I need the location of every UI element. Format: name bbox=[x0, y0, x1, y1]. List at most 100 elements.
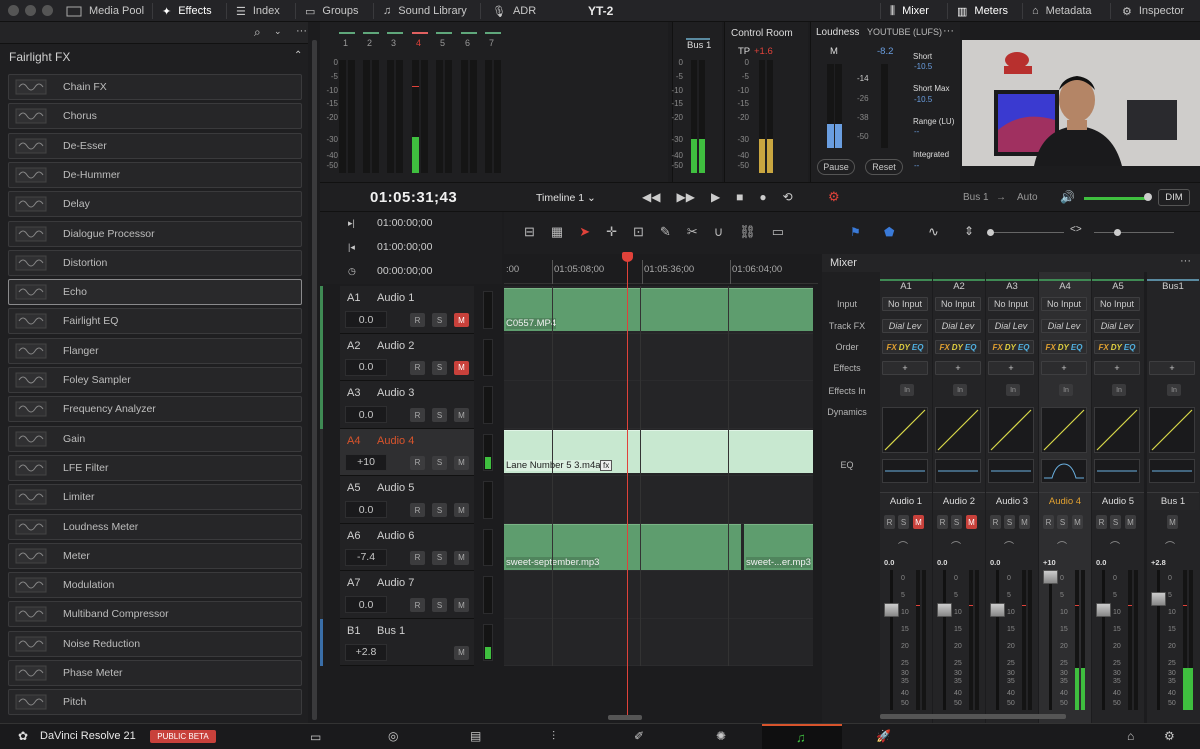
horizontal-zoom-icon[interactable]: <> bbox=[1070, 224, 1082, 235]
mixer-tab[interactable]: ⫼ Mixer bbox=[890, 0, 929, 22]
eq-graph[interactable] bbox=[988, 459, 1034, 483]
clip-c0557[interactable]: C0557.MP4 bbox=[504, 288, 813, 331]
record-arm-button[interactable]: R bbox=[410, 408, 425, 422]
order-selector[interactable]: FX DY EQ bbox=[935, 340, 981, 354]
mixer-record-button[interactable]: R bbox=[1043, 515, 1054, 529]
track-name[interactable]: Audio 6 bbox=[377, 530, 414, 542]
deliver-page-icon[interactable]: 🚀 bbox=[876, 729, 891, 743]
output-bus[interactable]: Bus 1 bbox=[963, 192, 989, 203]
add-effect-button[interactable]: + bbox=[882, 361, 928, 375]
solo-button[interactable]: S bbox=[432, 360, 447, 375]
fader-handle[interactable] bbox=[884, 603, 899, 617]
fx-item-10[interactable]: Foley Sampler bbox=[8, 367, 302, 393]
waveform-icon[interactable]: ∿ bbox=[928, 224, 939, 240]
search-icon[interactable]: ⌕ bbox=[254, 25, 261, 40]
track-volume[interactable]: +2.8 bbox=[345, 643, 387, 661]
video-settings-icon[interactable] bbox=[976, 156, 988, 164]
fx-item-3[interactable]: De-Hummer bbox=[8, 161, 302, 188]
color-wheel-icon[interactable]: ✺ bbox=[716, 729, 726, 743]
effects-in-button[interactable]: In bbox=[953, 384, 967, 396]
mute-button[interactable]: M bbox=[454, 503, 469, 517]
loudness-standard[interactable]: YOUTUBE (LUFS) bbox=[867, 27, 942, 37]
timeline-lane-a5[interactable] bbox=[504, 476, 813, 524]
fader-handle[interactable] bbox=[1043, 570, 1058, 584]
range-select-icon[interactable]: ⊡ bbox=[633, 224, 644, 240]
timeline-lane-a2[interactable] bbox=[504, 333, 813, 381]
track-name[interactable]: Audio 3 bbox=[377, 387, 414, 399]
order-selector[interactable]: FX DY EQ bbox=[1094, 340, 1140, 354]
effects-in-button[interactable]: In bbox=[1167, 384, 1181, 396]
timeline-lane-a7[interactable] bbox=[504, 571, 813, 619]
effects-in-button[interactable]: In bbox=[1059, 384, 1073, 396]
zoom-window-button[interactable] bbox=[42, 5, 53, 16]
mixer-mute-button[interactable]: M bbox=[966, 515, 977, 529]
input-selector[interactable]: No Input bbox=[935, 297, 981, 311]
clip-sweet-september[interactable]: sweet-september.mp3 bbox=[504, 524, 741, 570]
mixer-record-button[interactable]: R bbox=[937, 515, 948, 529]
home-icon[interactable]: ⌂ bbox=[1127, 729, 1134, 743]
timeline-ruler[interactable]: :00 01:05:08;00 01:05:36;00 01:06:04;00 bbox=[504, 254, 818, 284]
timeline-selector[interactable]: Timeline 1 ⌄ bbox=[536, 192, 596, 204]
dynamics-graph[interactable] bbox=[988, 407, 1034, 453]
cut-page-icon[interactable]: ◎ bbox=[388, 729, 398, 743]
fx-item-21[interactable]: Pitch bbox=[8, 689, 302, 716]
order-selector[interactable]: FX DY EQ bbox=[988, 340, 1034, 354]
mixer-mute-button[interactable]: M bbox=[1167, 515, 1178, 529]
fader-handle[interactable] bbox=[937, 603, 952, 617]
vertical-zoom-icon[interactable]: ⇕ bbox=[964, 224, 974, 238]
snap-icon[interactable]: ∪ bbox=[714, 224, 724, 240]
solo-button[interactable]: S bbox=[432, 598, 447, 612]
fader-handle[interactable] bbox=[990, 603, 1005, 617]
crosshair-icon[interactable]: ✛ bbox=[606, 224, 617, 240]
waveform-zoom-icon[interactable]: ▭ bbox=[772, 224, 784, 240]
flag-icon[interactable]: ⚑ bbox=[850, 225, 861, 239]
media-pool-tab[interactable]: Media Pool bbox=[66, 0, 144, 22]
pencil-icon[interactable]: ✎ bbox=[660, 224, 671, 240]
fx-item-7[interactable]: Echo bbox=[8, 279, 302, 306]
dim-button[interactable]: DIM bbox=[1158, 189, 1190, 206]
input-selector[interactable]: No Input bbox=[1041, 297, 1087, 311]
solo-button[interactable]: S bbox=[432, 503, 447, 517]
input-selector[interactable]: No Input bbox=[988, 297, 1034, 311]
fx-item-18[interactable]: Multiband Compressor bbox=[8, 601, 302, 628]
mixer-options-icon[interactable]: ··· bbox=[1180, 255, 1191, 267]
track-header-a2[interactable]: A2 Audio 2 0.0 R S M bbox=[340, 333, 474, 381]
fx-item-1[interactable]: Chorus bbox=[8, 103, 302, 130]
eq-graph[interactable] bbox=[935, 459, 981, 483]
zoom-handle-2[interactable] bbox=[1114, 229, 1121, 236]
fx-item-16[interactable]: Meter bbox=[8, 542, 302, 569]
track-fx-slot[interactable]: Dial Lev bbox=[1094, 319, 1140, 333]
pan-knob-icon[interactable]: ⌒ bbox=[1004, 538, 1014, 553]
dynamics-graph[interactable] bbox=[1041, 407, 1087, 453]
groups-tab[interactable]: ▭ Groups bbox=[305, 0, 358, 22]
add-effect-button[interactable]: + bbox=[1149, 361, 1195, 375]
track-name[interactable]: Audio 4 bbox=[377, 435, 414, 447]
sound-library-tab[interactable]: ♫ Sound Library bbox=[383, 0, 467, 22]
track-volume[interactable]: 0.0 bbox=[345, 311, 387, 328]
record-arm-button[interactable]: R bbox=[410, 455, 425, 470]
mute-button[interactable]: M bbox=[454, 313, 469, 327]
edit-mode-icon[interactable]: ⊟ bbox=[524, 224, 535, 240]
clip-fx-badge[interactable]: fx bbox=[600, 460, 613, 471]
effects-in-button[interactable]: In bbox=[900, 384, 914, 396]
fx-item-11[interactable]: Frequency Analyzer bbox=[8, 396, 302, 423]
track-fx-slot[interactable]: Dial Lev bbox=[1041, 319, 1087, 333]
fairlight-page-tab[interactable]: ♫ bbox=[762, 724, 842, 749]
pan-knob-icon[interactable]: ⌒ bbox=[1165, 538, 1175, 553]
mixer-solo-button[interactable]: S bbox=[1110, 515, 1121, 529]
mixer-mute-button[interactable]: M bbox=[1072, 515, 1083, 529]
close-window-button[interactable] bbox=[8, 5, 19, 16]
marker-icon[interactable]: ⬟ bbox=[884, 225, 894, 239]
monitor-volume-slider[interactable] bbox=[1084, 197, 1146, 200]
stop-icon[interactable]: ■ bbox=[736, 190, 743, 204]
collapse-icon[interactable]: ⌃ bbox=[294, 50, 302, 61]
fx-item-20[interactable]: Phase Meter bbox=[8, 660, 302, 686]
mixer-solo-button[interactable]: S bbox=[1004, 515, 1015, 529]
pan-knob-icon[interactable]: ⌒ bbox=[1057, 538, 1067, 553]
track-header-a3[interactable]: A3 Audio 3 0.0 R S M bbox=[340, 381, 474, 429]
eq-graph[interactable] bbox=[1094, 459, 1140, 483]
record-arm-button[interactable]: R bbox=[410, 503, 425, 517]
track-header-a4[interactable]: A4 Audio 4 +10 R S M bbox=[340, 428, 474, 476]
mixer-solo-button[interactable]: S bbox=[898, 515, 909, 529]
effects-in-button[interactable]: In bbox=[1006, 384, 1020, 396]
